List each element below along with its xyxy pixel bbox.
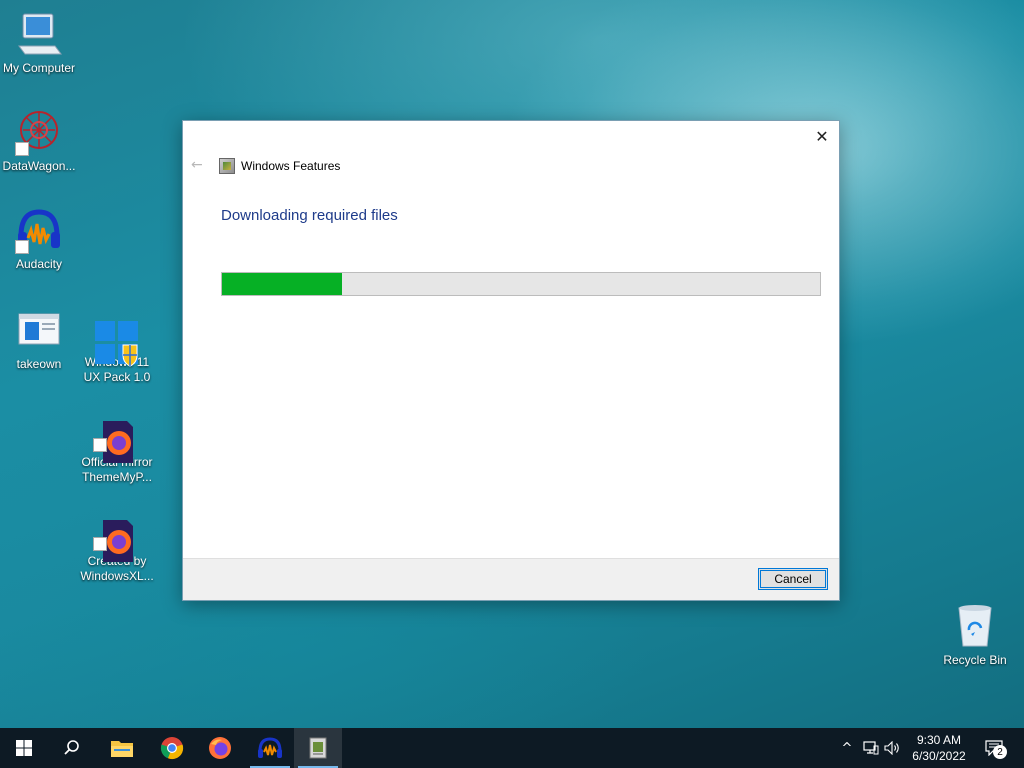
desktop-icon-windows11-ux-pack[interactable]: Windows 11 UX Pack 1.0 [78,304,156,385]
desktop-icon-takeown[interactable]: takeown [0,306,78,372]
desktop-icon-label: DataWagon... [2,159,76,173]
windows-features-icon [309,737,327,759]
audacity-icon [15,206,63,254]
recycle-bin-icon [951,602,999,650]
taskbar-audacity[interactable] [246,728,294,768]
dialog-footer: Cancel [183,558,839,600]
windows-logo-shield-icon [93,304,141,367]
search-icon [64,740,79,755]
clock-date: 6/30/2022 [912,749,966,763]
volume-icon[interactable] [884,738,902,758]
datawagon-icon [15,108,63,156]
desktop-icon-label: takeown [16,357,62,371]
show-hidden-icons-chevron-icon[interactable]: ^ [838,738,856,758]
desktop-icon-label: Audacity [15,257,63,271]
taskbar: ^ 9:30 AM 6/30/2022 2 [0,728,1024,768]
taskbar-file-explorer[interactable] [98,728,146,768]
download-progress-bar [221,272,821,296]
taskbar-chrome[interactable] [148,728,196,768]
shortcut-arrow-icon [93,438,107,452]
dialog-title-row: Windows Features [219,158,340,174]
taskbar-clock[interactable]: 9:30 AM 6/30/2022 [905,732,973,764]
desktop-icon-label: Recycle Bin [943,653,1007,667]
firefox-file-icon [93,503,141,562]
desktop-icon-audacity[interactable]: Audacity [0,206,78,272]
audacity-icon [258,737,282,758]
firefox-icon [209,737,231,759]
clock-time: 9:30 AM [916,733,962,747]
takeown-icon [15,306,63,354]
notification-count-badge: 2 [993,745,1007,759]
desktop-icon-recycle-bin[interactable]: Recycle Bin [936,602,1014,668]
dialog-heading: Downloading required files [221,207,398,224]
cancel-button[interactable]: Cancel [758,568,828,590]
windows-features-dialog: ✕ ← Windows Features Downloading require… [182,120,840,601]
desktop-icon-label: My Computer [2,61,76,75]
desktop-icon-datawagon[interactable]: DataWagon... [0,108,78,174]
taskbar-firefox[interactable] [196,728,244,768]
taskbar-windows-features[interactable] [294,728,342,768]
back-arrow-icon[interactable]: ← [191,157,207,173]
network-icon[interactable] [862,738,880,758]
windows-start-icon [16,740,32,756]
shortcut-arrow-icon [15,142,29,156]
file-explorer-icon [111,741,133,757]
desktop-icon-my-computer[interactable]: My Computer [0,10,78,76]
dialog-title: Windows Features [241,159,341,173]
shortcut-arrow-icon [15,240,29,254]
search-button[interactable] [48,728,96,768]
close-button[interactable]: ✕ [811,125,833,147]
firefox-file-icon [93,404,141,463]
progress-fill [222,273,342,295]
windows-features-icon [219,158,235,174]
shortcut-arrow-icon [93,537,107,551]
desktop-icon-created-by[interactable]: Created by WindowsXL... [78,503,156,584]
chrome-icon [160,737,184,760]
start-button[interactable] [0,728,48,768]
computer-icon [15,10,63,58]
desktop-icon-official-mirror[interactable]: Official mirror ThemeMyP... [78,404,156,485]
